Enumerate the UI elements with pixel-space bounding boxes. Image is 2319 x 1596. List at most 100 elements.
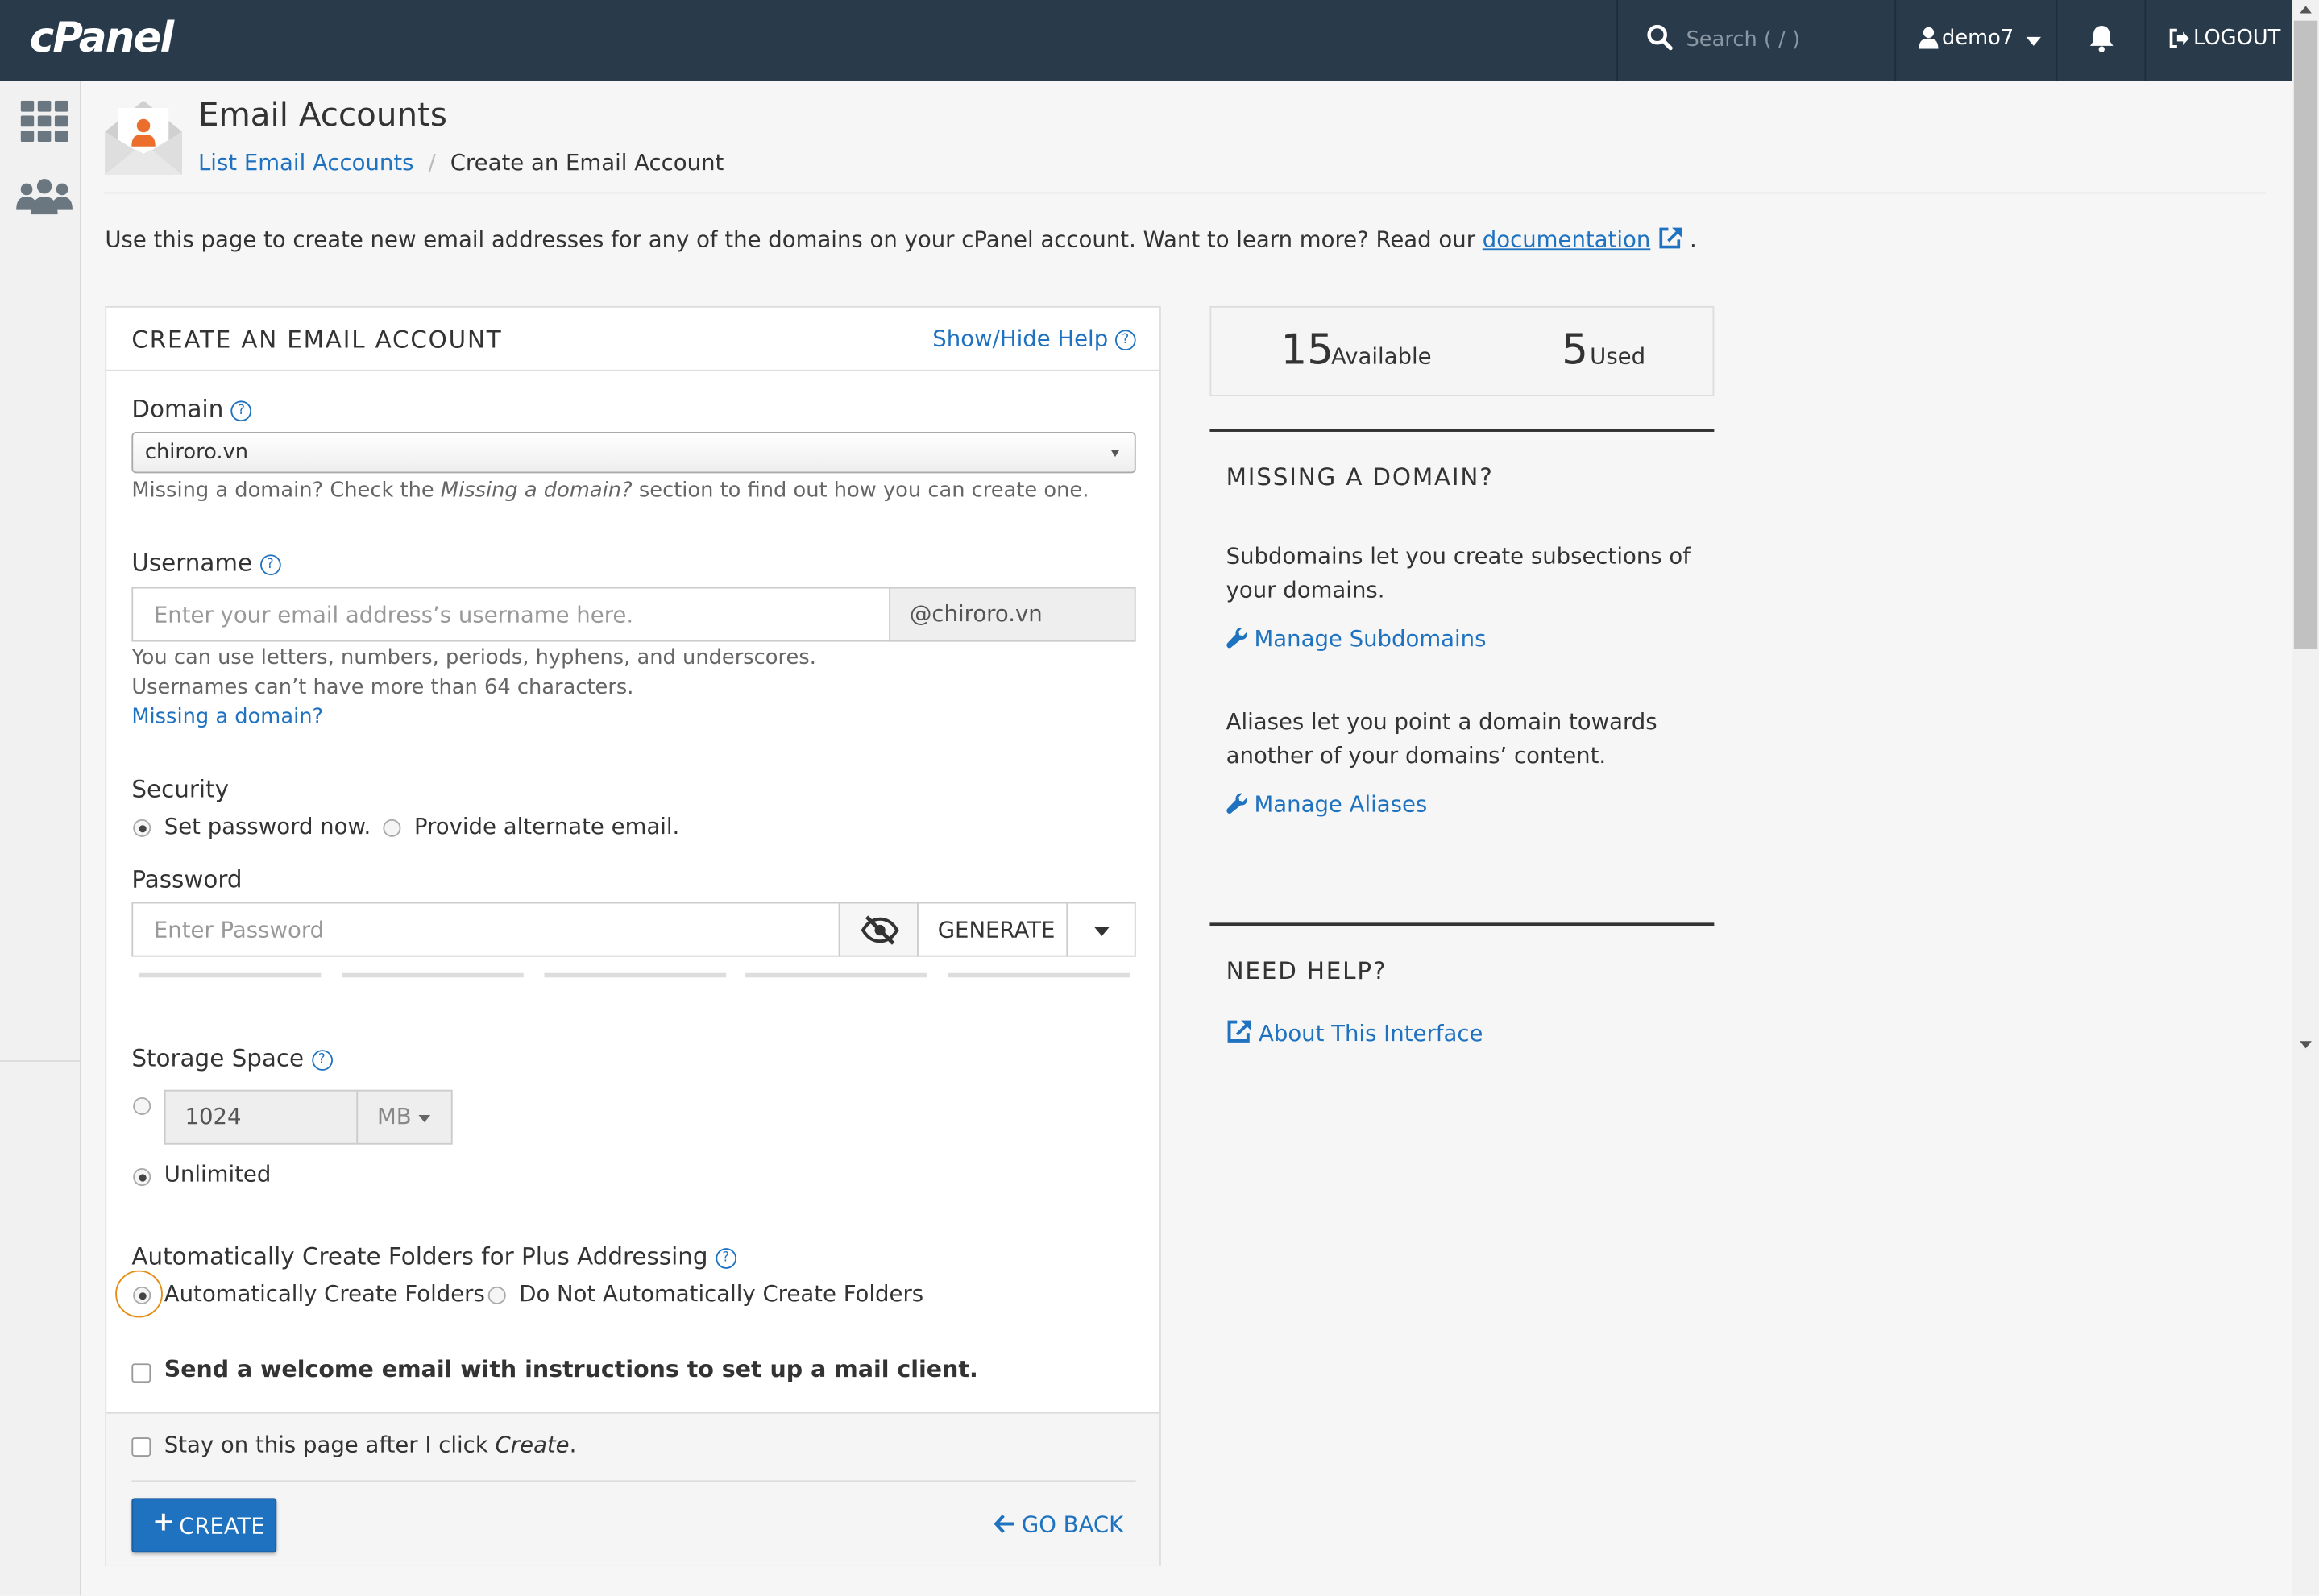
- available-count: 15: [1280, 325, 1334, 375]
- username-label: demo7: [1942, 27, 2014, 51]
- about-interface-label: About This Interface: [1259, 1020, 1483, 1047]
- used-count: 5: [1562, 325, 1589, 375]
- plus-addressing-label-text: Automatically Create Folders for Plus Ad…: [131, 1242, 708, 1271]
- panel-title: CREATE AN EMAIL ACCOUNT: [131, 325, 503, 354]
- top-bar: cPanel demo7: [0, 0, 2293, 81]
- welcome-email-label[interactable]: Send a welcome email with instructions t…: [164, 1356, 978, 1383]
- domain-label-text: Domain: [131, 395, 224, 423]
- grid-icon[interactable]: [20, 100, 68, 143]
- stay-on-page-label[interactable]: Stay on this page after I click Create.: [164, 1432, 577, 1458]
- domain-help-1: Missing a domain? Check the: [131, 479, 441, 504]
- password-field[interactable]: [131, 902, 840, 957]
- plus-addressing-label: Automatically Create Folders for Plus Ad…: [131, 1242, 736, 1271]
- alternate-email-label[interactable]: Provide alternate email.: [414, 814, 679, 840]
- storage-unlimited-radio[interactable]: [133, 1168, 151, 1187]
- cpanel-logo[interactable]: cPanel: [30, 14, 174, 63]
- generate-label: GENERATE: [937, 917, 1056, 944]
- storage-custom-radio[interactable]: [133, 1096, 151, 1115]
- missing-domain-heading: MISSING A DOMAIN?: [1226, 462, 1494, 491]
- username-help-2: Usernames can’t have more than 64 charac…: [131, 675, 634, 700]
- password-input[interactable]: [133, 903, 839, 956]
- scroll-down-icon[interactable]: [2300, 1041, 2312, 1049]
- manage-subdomains-link[interactable]: Manage Subdomains: [1226, 625, 1487, 652]
- aliases-description: Aliases let you point a domain towards a…: [1226, 708, 1657, 769]
- toggle-password-visibility-button[interactable]: [838, 902, 919, 957]
- page: cPanel demo7: [0, 0, 2319, 1596]
- password-label: Password: [131, 864, 243, 893]
- username-label-text: Username: [131, 548, 253, 577]
- storage-unit-dropdown[interactable]: MB: [356, 1089, 453, 1145]
- stay-on-page-checkbox[interactable]: [131, 1437, 151, 1457]
- show-hide-help-link[interactable]: Show/Hide Help ?: [932, 325, 1136, 352]
- domain-select[interactable]: chiroro.vn: [131, 431, 1136, 474]
- password-strength-segment-3: [544, 972, 727, 978]
- logout-label: LOGOUT: [2193, 27, 2281, 51]
- manage-aliases-link[interactable]: Manage Aliases: [1226, 790, 1428, 819]
- page-title: Email Accounts: [197, 97, 447, 135]
- password-strength-segment-1: [139, 972, 322, 978]
- chevron-down-icon: [1110, 449, 1120, 458]
- username-field[interactable]: [131, 587, 890, 642]
- storage-unit-value: MB: [377, 1103, 412, 1130]
- username-label: Username ?: [131, 548, 281, 577]
- auto-create-folders-label[interactable]: Automatically Create Folders: [164, 1281, 485, 1308]
- breadcrumb: List Email Accounts / Create an Email Ac…: [198, 149, 724, 176]
- need-help-divider: [1209, 922, 1715, 927]
- arrow-left-icon: [994, 1515, 1014, 1533]
- storage-quota-field[interactable]: 1024: [164, 1089, 359, 1145]
- breadcrumb-list-email-accounts[interactable]: List Email Accounts: [198, 149, 414, 176]
- intro-text: Use this page to create new email addres…: [105, 226, 1697, 253]
- scrollbar-thumb[interactable]: [2293, 20, 2318, 649]
- password-options-dropdown[interactable]: [1066, 902, 1136, 957]
- username-input[interactable]: [133, 588, 890, 640]
- alternate-email-radio[interactable]: [383, 819, 401, 837]
- show-hide-help-label: Show/Hide Help: [932, 325, 1109, 352]
- username-help-icon[interactable]: ?: [259, 553, 281, 575]
- intro-text-end: .: [1690, 226, 1697, 253]
- create-button[interactable]: + CREATE: [131, 1498, 277, 1553]
- subdomains-description: Subdomains let you create subsections of…: [1226, 542, 1691, 603]
- search-input[interactable]: [1686, 23, 1879, 56]
- available-label: Available: [1330, 342, 1432, 370]
- no-auto-create-folders-radio[interactable]: [487, 1286, 506, 1304]
- domain-help-text: Missing a domain? Check the Missing a do…: [131, 479, 1089, 503]
- no-auto-create-folders-label[interactable]: Do Not Automatically Create Folders: [519, 1281, 923, 1308]
- plus-icon: +: [152, 1507, 175, 1538]
- set-password-now-label[interactable]: Set password now.: [164, 814, 371, 840]
- domain-help-icon[interactable]: ?: [230, 400, 252, 421]
- plus-addressing-help-icon[interactable]: ?: [715, 1247, 736, 1268]
- go-back-link[interactable]: GO BACK: [994, 1511, 1123, 1538]
- manage-aliases-label: Manage Aliases: [1254, 790, 1428, 819]
- external-link-icon[interactable]: [1657, 226, 1682, 250]
- create-label: CREATE: [179, 1512, 265, 1540]
- sidebar: [0, 81, 81, 1596]
- domain-select-value: chiroro.vn: [144, 440, 249, 465]
- search-box[interactable]: [1616, 0, 1896, 81]
- auto-create-folders-radio[interactable]: [133, 1286, 151, 1304]
- user-menu[interactable]: demo7: [1894, 0, 2057, 81]
- eye-slash-icon: [861, 915, 899, 945]
- breadcrumb-current: Create an Email Account: [450, 149, 724, 176]
- stay-on-page-text-1: Stay on this page after I click: [164, 1431, 496, 1458]
- about-interface-link[interactable]: About This Interface: [1226, 1019, 1483, 1047]
- users-icon[interactable]: [15, 177, 73, 216]
- used-label: Used: [1590, 342, 1646, 370]
- scroll-up-icon[interactable]: [2300, 6, 2312, 14]
- notifications-button[interactable]: [2056, 0, 2146, 81]
- storage-help-icon[interactable]: ?: [311, 1049, 333, 1070]
- generate-password-button[interactable]: GENERATE: [917, 902, 1068, 957]
- chevron-down-icon: [1094, 927, 1110, 936]
- domain-help-2: section to find out how you can create o…: [632, 479, 1089, 504]
- welcome-email-checkbox[interactable]: [131, 1363, 151, 1383]
- wrench-icon: [1226, 793, 1247, 814]
- external-link-icon: [1227, 1020, 1251, 1043]
- storage-quota-value: 1024: [185, 1103, 242, 1130]
- documentation-link[interactable]: documentation: [1483, 226, 1651, 253]
- page-scrollbar[interactable]: [2292, 0, 2319, 1596]
- stay-on-page-em: Create: [495, 1431, 570, 1458]
- security-label: Security: [131, 774, 229, 803]
- set-password-now-radio[interactable]: [133, 819, 151, 837]
- storage-unlimited-label[interactable]: Unlimited: [164, 1161, 272, 1188]
- missing-domain-link[interactable]: Missing a domain?: [131, 706, 323, 729]
- logout-button[interactable]: LOGOUT: [2144, 0, 2293, 81]
